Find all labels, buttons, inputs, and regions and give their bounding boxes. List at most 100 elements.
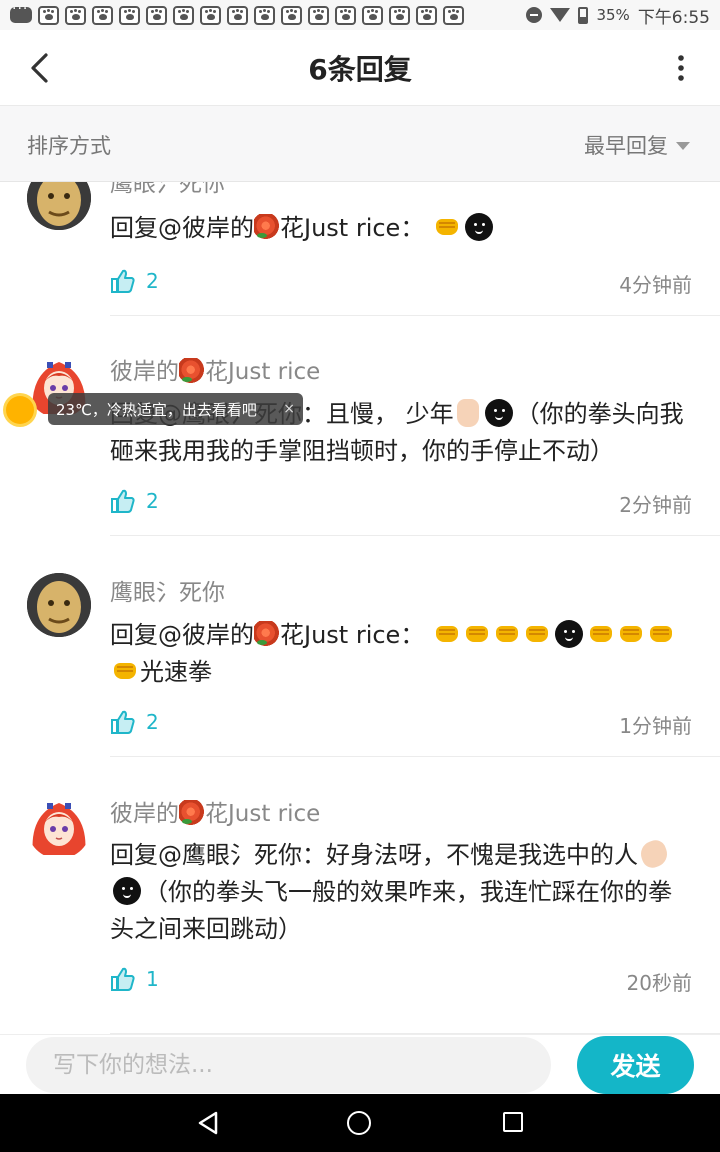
navigation-bar (0, 1094, 720, 1152)
nav-home-icon[interactable] (347, 1111, 371, 1135)
sort-bar: 排序方式 最早回复 (0, 106, 720, 182)
clapping-hands-emoji-icon (637, 837, 671, 871)
thumbs-up-icon[interactable] (110, 966, 136, 992)
fist-emoji-icon (649, 626, 672, 642)
fist-emoji-icon (435, 219, 458, 235)
thumbs-up-icon[interactable] (110, 488, 136, 514)
avatar[interactable] (27, 795, 91, 859)
nav-back-icon[interactable] (196, 1111, 220, 1135)
status-bar: 35% 下午6:55 (0, 0, 720, 30)
like-count: 1 (146, 967, 159, 991)
reply-text: 回复@彼岸的 (110, 214, 254, 242)
like-count: 2 (146, 269, 159, 293)
like-count: 2 (146, 710, 159, 734)
app-notification-icon (362, 5, 383, 25)
app-notification-icon (200, 5, 221, 25)
weather-toast[interactable]: 23℃，冷热适宜，出去看看吧 × (48, 393, 303, 425)
comment-time: 1分钟前 (619, 714, 692, 738)
author-name-part: 彼岸的 (110, 801, 179, 827)
app-notification-icon (92, 5, 113, 25)
fist-emoji-icon (619, 626, 642, 642)
moon-face-emoji-icon (464, 213, 493, 241)
chevron-down-icon[interactable] (676, 142, 690, 150)
wifi-icon (550, 8, 571, 22)
send-button[interactable]: 发送 (577, 1036, 694, 1094)
comment-text: 回复@鹰眼氵死你：好身法呀，不愧是我选中的人 （你的拳头飞一般的效果咋来，我连忙踩… (110, 837, 692, 948)
comment-author[interactable]: 彼岸的 花Just rice (110, 352, 320, 386)
fist-emoji-icon (495, 626, 518, 642)
clock: 下午6:55 (637, 7, 710, 28)
message-icon (10, 1, 32, 23)
avatar[interactable] (27, 182, 91, 230)
list-item: 鹰眼氵死你 回复@彼岸的 花Just rice： 光速拳 2 1分钟前 (0, 536, 720, 757)
weather-text: 23℃，冷热适宜，出去看看吧 (56, 400, 257, 419)
app-notification-icon (146, 5, 167, 25)
comment-author[interactable]: 彼岸的 花Just rice (110, 794, 320, 828)
comment-author[interactable]: 鹰眼氵死你 (110, 573, 225, 607)
reply-text: 花Just rice： (280, 621, 425, 649)
app-bar: 6条回复 (0, 30, 720, 106)
comment-list[interactable]: 鹰眼氵死你 回复@彼岸的 花Just rice： 2 4分钟前 彼岸的 花Jus… (0, 182, 720, 1034)
comment-text-part: 回复@鹰眼氵死你：好身法呀，不愧是我选中的人 (110, 841, 638, 869)
app-notification-icon (38, 5, 59, 25)
moon-face-emoji-icon (554, 620, 583, 648)
list-item: 鹰眼氵死你 回复@彼岸的 花Just rice： 2 4分钟前 (0, 182, 720, 316)
fist-emoji-icon (114, 663, 136, 679)
rose-emoji-icon (254, 621, 280, 647)
reply-text: 回复@彼岸的 (110, 621, 254, 649)
comment-author[interactable]: 鹰眼氵死你 (110, 182, 225, 198)
raised-hand-emoji-icon (456, 399, 479, 427)
thumbs-up-icon[interactable] (110, 268, 136, 294)
comment-text: 回复@彼岸的 花Just rice： (110, 210, 692, 247)
sort-dropdown[interactable]: 最早回复 (584, 130, 668, 160)
bald-face-avatar-image (27, 182, 91, 230)
bald-face-avatar-image (27, 573, 91, 637)
like-count: 2 (146, 489, 159, 513)
app-notification-icon (416, 5, 437, 25)
do-not-disturb-icon (526, 7, 543, 23)
anime-girl-avatar-image (32, 803, 86, 855)
more-options-icon[interactable] (672, 54, 690, 82)
avatar[interactable] (27, 573, 91, 637)
comment-text-part: （你的拳头飞一般的效果咋来，我连忙踩在你的拳头之间来回跳动） (110, 878, 672, 943)
sort-label: 排序方式 (27, 134, 111, 158)
list-item: 彼岸的花Just rice 回复@鹰眼氵死你：且慢， 少年（你的拳头向我砸来我用… (0, 316, 720, 536)
rose-emoji-icon (179, 799, 205, 826)
fist-emoji-icon (589, 626, 612, 642)
comment-time: 2分钟前 (619, 493, 692, 517)
page-title: 6条回复 (308, 53, 412, 86)
app-notification-icon (281, 5, 302, 25)
nav-recents-icon[interactable] (503, 1112, 523, 1132)
app-notification-icon (254, 5, 275, 25)
system-icons: 35% 下午6:55 (526, 3, 710, 28)
author-name-part: 花Just rice (205, 801, 321, 827)
sun-icon (6, 396, 34, 424)
battery-percent: 35% (596, 6, 630, 24)
comment-text: 回复@彼岸的 花Just rice： 光速拳 (110, 617, 692, 691)
app-notification-icon (335, 5, 356, 25)
app-notification-icon (119, 5, 140, 25)
close-icon[interactable]: × (283, 401, 295, 417)
notification-icons (10, 1, 464, 25)
moon-face-emoji-icon (484, 399, 513, 427)
app-notification-icon (227, 5, 248, 25)
comment-time: 4分钟前 (619, 273, 692, 297)
comment-time: 20秒前 (626, 971, 692, 995)
list-item: 彼岸的 花Just rice 回复@鹰眼氵死你：好身法呀，不愧是我选中的人 （你的拳… (0, 757, 720, 1034)
comment-text-part: 光速拳 (140, 658, 212, 686)
battery-icon (578, 6, 589, 24)
author-name-part: 花Just rice (205, 359, 321, 385)
fist-emoji-icon (435, 626, 458, 642)
app-notification-icon (308, 5, 329, 25)
app-notification-icon (65, 5, 86, 25)
thumbs-up-icon[interactable] (110, 709, 136, 735)
author-name-part: 彼岸的 (110, 359, 179, 385)
rose-emoji-icon (179, 357, 205, 384)
moon-face-emoji-icon (113, 877, 141, 905)
app-notification-icon (173, 5, 194, 25)
reply-text: 花Just rice： (280, 214, 425, 242)
fist-emoji-icon (465, 626, 488, 642)
comment-input[interactable] (26, 1037, 551, 1093)
app-notification-icon (443, 5, 464, 25)
reply-input-bar: 发送 (0, 1034, 720, 1094)
